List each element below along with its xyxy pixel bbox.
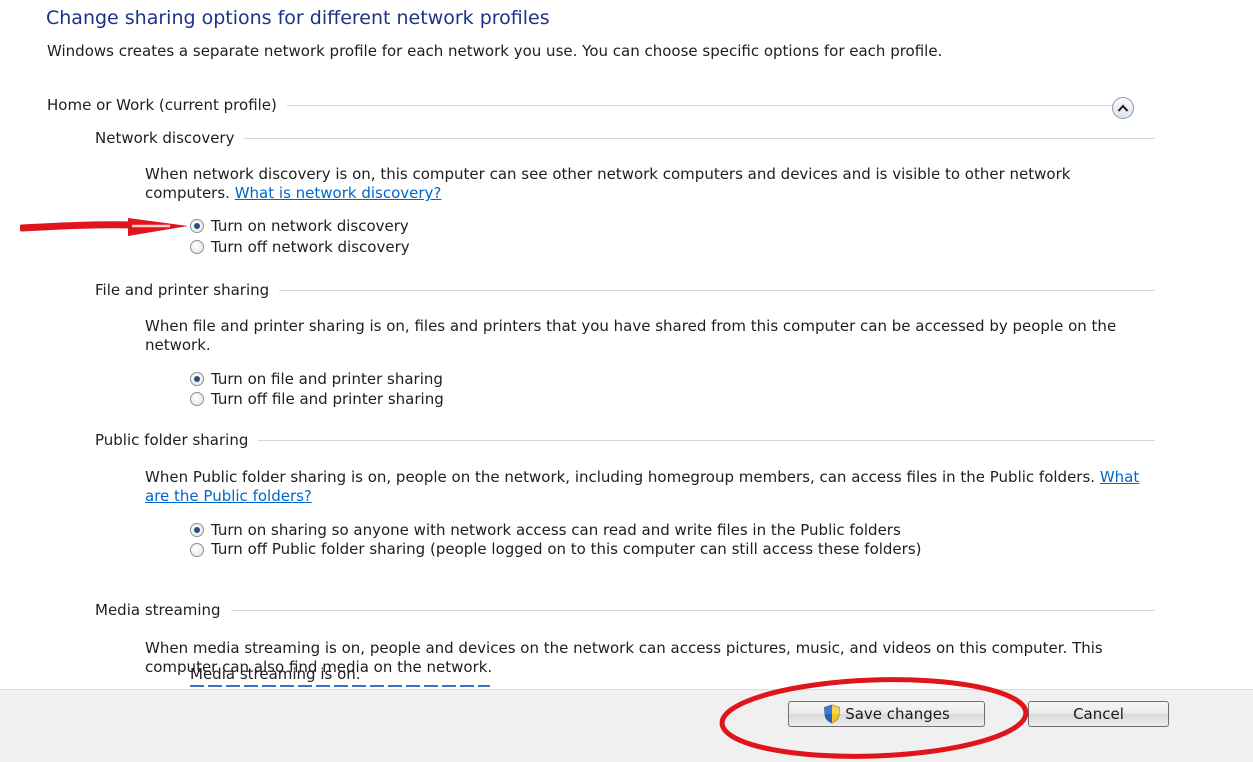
- radio-button[interactable]: [190, 219, 204, 233]
- profile-label: Home or Work (current profile): [47, 96, 277, 114]
- turn-on-network-discovery-option[interactable]: Turn on network discovery: [190, 216, 409, 236]
- radio-button[interactable]: [190, 543, 204, 557]
- option-label: Turn on network discovery: [211, 217, 409, 235]
- section-title: File and printer sharing: [95, 281, 270, 299]
- option-label: Turn on file and printer sharing: [211, 370, 443, 388]
- option-label: Turn off file and printer sharing: [211, 390, 444, 408]
- radio-button[interactable]: [190, 523, 204, 537]
- divider: [279, 289, 1155, 291]
- what-is-network-discovery-link[interactable]: What is network discovery?: [235, 184, 442, 202]
- section-title: Network discovery: [95, 129, 235, 147]
- chevron-up-icon: [1117, 104, 1129, 112]
- cancel-button-label: Cancel: [1073, 705, 1124, 723]
- radio-button[interactable]: [190, 240, 204, 254]
- section-header-public-folder-sharing: Public folder sharing: [95, 430, 1155, 450]
- collapse-button[interactable]: [1112, 97, 1134, 119]
- section-title: Media streaming: [95, 601, 221, 619]
- divider: [244, 137, 1155, 139]
- section-title: Public folder sharing: [95, 431, 249, 449]
- description-text: When Public folder sharing is on, people…: [145, 468, 1096, 486]
- turn-on-file-printer-sharing-option[interactable]: Turn on file and printer sharing: [190, 369, 443, 389]
- option-label: Turn off Public folder sharing (people l…: [211, 540, 922, 558]
- annotation-circle: [719, 677, 1029, 759]
- cancel-button[interactable]: Cancel: [1028, 701, 1169, 727]
- page-title: Change sharing options for different net…: [46, 7, 550, 29]
- option-label: Turn off network discovery: [211, 238, 410, 256]
- network-discovery-description: When network discovery is on, this compu…: [145, 165, 1145, 203]
- public-folder-description: When Public folder sharing is on, people…: [145, 468, 1145, 506]
- section-header-network-discovery: Network discovery: [95, 128, 1155, 148]
- turn-on-public-folder-sharing-option[interactable]: Turn on sharing so anyone with network a…: [190, 520, 901, 540]
- turn-off-network-discovery-option[interactable]: Turn off network discovery: [190, 237, 410, 257]
- radio-button[interactable]: [190, 372, 204, 386]
- option-label: Turn on sharing so anyone with network a…: [211, 521, 901, 539]
- profile-header[interactable]: Home or Work (current profile): [47, 94, 1135, 116]
- turn-off-file-printer-sharing-option[interactable]: Turn off file and printer sharing: [190, 389, 444, 409]
- radio-button[interactable]: [190, 392, 204, 406]
- media-streaming-status: Media streaming is on.: [190, 665, 361, 683]
- section-header-file-printer-sharing: File and printer sharing: [95, 280, 1155, 300]
- divider: [258, 439, 1155, 441]
- file-printer-description: When file and printer sharing is on, fil…: [145, 317, 1117, 354]
- intro-text: Windows creates a separate network profi…: [47, 42, 943, 60]
- divider: [230, 609, 1155, 611]
- turn-off-public-folder-sharing-option[interactable]: Turn off Public folder sharing (people l…: [190, 540, 1090, 559]
- divider: [286, 104, 1135, 106]
- section-header-media-streaming: Media streaming: [95, 600, 1155, 620]
- annotation-arrow: [20, 218, 188, 236]
